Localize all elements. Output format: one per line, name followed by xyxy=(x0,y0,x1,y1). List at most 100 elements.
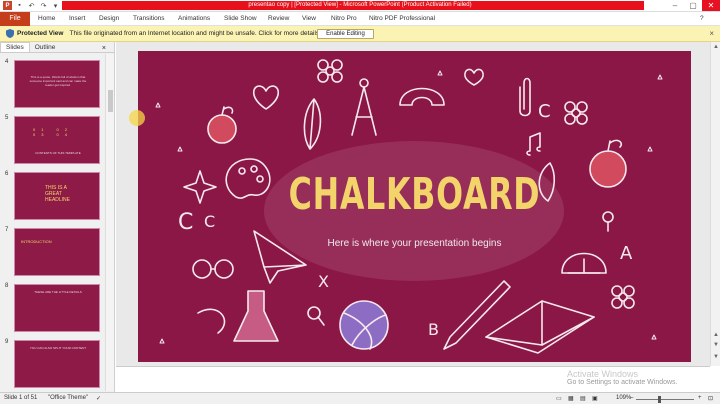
language-icon[interactable]: ✓ xyxy=(96,395,101,402)
scrollbar-thumb[interactable] xyxy=(108,90,113,112)
thumbnail-image: 01 02 03 04 CONTENTS OF THIS TEMPLATE xyxy=(14,116,100,164)
minimize-button[interactable]: – xyxy=(666,0,684,11)
thumbnail-image: THIS IS A GREAT HEADLINE xyxy=(14,172,100,220)
editor-scrollbar[interactable]: ▲ ▲ ▼ ▼ xyxy=(710,42,720,366)
scroll-up-icon[interactable]: ▲ xyxy=(713,44,719,50)
thumbnail-image: This is a quote. Words full of wisdom th… xyxy=(14,60,100,108)
zoom-in-icon[interactable]: + xyxy=(698,395,702,401)
main-slide[interactable]: C C C A X B CHALKBOARD Here is where you… xyxy=(138,51,691,362)
close-icon[interactable]: × xyxy=(709,29,714,38)
flower-icon xyxy=(611,285,635,309)
shield-icon xyxy=(6,29,14,38)
tab-slide-show[interactable]: Slide Show xyxy=(224,15,257,22)
save-icon[interactable]: ▪ xyxy=(15,1,24,10)
protected-view-bar: Protected View This file originated from… xyxy=(0,26,720,42)
slide-thumbnail-5[interactable]: 5 01 02 03 04 CONTENTS OF THIS TEMPLATE xyxy=(0,115,105,165)
title-bar: presentao copy | [Protected View] - Micr… xyxy=(0,0,720,12)
thumbnail-text: THESE ARE THE LITTLE DETAILS xyxy=(34,290,82,294)
activate-windows-watermark: Activate Windows Go to Settings to activ… xyxy=(567,369,712,386)
tab-home[interactable]: Home xyxy=(38,15,55,22)
pane-tabs: Slides Outline × xyxy=(0,42,114,53)
mouse-cursor-highlight xyxy=(129,110,145,126)
tab-nitro-pdf-professional[interactable]: Nitro PDF Professional xyxy=(369,15,435,22)
slide-show-icon[interactable]: ▣ xyxy=(592,395,598,402)
slide-counter: Slide 1 of 51 xyxy=(4,395,38,401)
slide-thumbnail-7[interactable]: 7 INTRODUCTION xyxy=(0,227,105,277)
redo-icon[interactable]: ↷ xyxy=(39,1,48,10)
ribbon-tabs: File Home Insert Design Transitions Anim… xyxy=(0,11,720,26)
flower-icon xyxy=(317,59,343,83)
slide-thumbnail-9[interactable]: 9 YOU CAN ALSO SPLIT YOUR CONTENT xyxy=(0,339,105,389)
slide-thumbnail-4[interactable]: 4 This is a quote. Words full of wisdom … xyxy=(0,59,105,109)
tab-view[interactable]: View xyxy=(302,15,316,22)
slide-title[interactable]: CHALKBOARD xyxy=(215,169,613,220)
glasses-icon xyxy=(192,259,234,279)
apple-icon xyxy=(207,106,237,144)
slide-editor: C C C A X B CHALKBOARD Here is where you… xyxy=(116,42,710,366)
slide-subtitle[interactable]: Here is where your presentation begins xyxy=(138,238,691,249)
letter-c-icon: C xyxy=(204,212,215,231)
slide-thumbnail-6[interactable]: 6 THIS IS A GREAT HEADLINE xyxy=(0,171,105,221)
tab-insert[interactable]: Insert xyxy=(69,15,85,22)
leaf-icon xyxy=(303,98,322,150)
letter-b-icon: B xyxy=(428,320,439,339)
tab-review[interactable]: Review xyxy=(268,15,289,22)
powerpoint-icon[interactable]: P xyxy=(3,1,12,10)
window-controls: – ▢ ✕ xyxy=(666,0,720,11)
pane-close-icon[interactable]: × xyxy=(102,45,106,52)
undo-icon[interactable]: ↶ xyxy=(27,1,36,10)
sparkle-icon xyxy=(183,170,217,204)
slide-number: 7 xyxy=(5,227,9,233)
status-bar: Slide 1 of 51 "Office Theme" ✓ ▭ ▦ ▤ ▣ 1… xyxy=(0,392,720,404)
activate-message: Go to Settings to activate Windows. xyxy=(567,379,678,386)
maximize-button[interactable]: ▢ xyxy=(684,0,702,11)
quick-access-toolbar: P ▪ ↶ ↷ ▾ xyxy=(3,1,60,10)
slide-thumbnail-8[interactable]: 8 THESE ARE THE LITTLE DETAILS xyxy=(0,283,105,333)
help-icon[interactable]: ? xyxy=(700,15,704,22)
enable-editing-button[interactable]: Enable Editing xyxy=(317,29,374,39)
reading-view-icon[interactable]: ▤ xyxy=(580,395,586,402)
tab-file[interactable]: File xyxy=(0,11,30,26)
zoom-slider-handle[interactable] xyxy=(658,396,661,403)
letter-c-icon: C xyxy=(178,210,193,235)
next-slide-icon[interactable]: ▼ xyxy=(713,342,719,348)
thumbnail-text: YOU CAN ALSO SPLIT YOUR CONTENT xyxy=(29,346,87,350)
tab-nitro-pro[interactable]: Nitro Pro xyxy=(331,15,357,22)
letter-x-icon: X xyxy=(318,272,329,291)
tab-design[interactable]: Design xyxy=(99,15,119,22)
music-note-icon xyxy=(526,132,541,156)
zoom-slider[interactable] xyxy=(636,399,694,400)
activate-title: Activate Windows xyxy=(567,369,639,379)
zoom-out-icon[interactable]: – xyxy=(630,395,633,401)
tab-transitions[interactable]: Transitions xyxy=(133,15,165,22)
compass-icon xyxy=(351,78,377,136)
tab-slides[interactable]: Slides xyxy=(0,42,30,52)
slide-number: 6 xyxy=(5,171,9,177)
fit-to-window-icon[interactable]: ⊡ xyxy=(708,395,713,402)
normal-view-icon[interactable]: ▭ xyxy=(556,395,562,402)
paperclip-icon xyxy=(519,77,531,117)
slide-sorter-icon[interactable]: ▦ xyxy=(568,395,574,402)
slides-panel: Slides Outline × 4 This is a quote. Word… xyxy=(0,42,115,392)
slide-number: 4 xyxy=(5,59,9,65)
thumbnail-scrollbar[interactable] xyxy=(105,54,114,391)
heart-icon xyxy=(252,85,280,110)
scribble-icon xyxy=(197,308,226,334)
tab-animations[interactable]: Animations xyxy=(178,15,210,22)
scroll-down-icon[interactable]: ▼ xyxy=(713,354,719,360)
thumbnail-text: CONTENTS OF THIS TEMPLATE xyxy=(35,151,81,155)
close-button[interactable]: ✕ xyxy=(702,0,720,11)
previous-slide-icon[interactable]: ▲ xyxy=(713,332,719,338)
letter-c-icon: C xyxy=(538,101,551,122)
protected-view-label: Protected View xyxy=(17,30,64,37)
thumbnail-title: INTRODUCTION xyxy=(21,239,52,244)
slide-number: 8 xyxy=(5,283,9,289)
customize-toolbar-icon[interactable]: ▾ xyxy=(51,1,60,10)
tab-outline[interactable]: Outline xyxy=(30,43,61,52)
magnet-icon xyxy=(399,87,445,106)
thumbnail-image: YOU CAN ALSO SPLIT YOUR CONTENT xyxy=(14,340,100,388)
flower-icon xyxy=(564,101,588,125)
protected-view-message[interactable]: This file originated from an Internet lo… xyxy=(69,30,320,37)
magnifier-icon xyxy=(307,306,325,326)
window-title: presentao copy | [Protected View] - Micr… xyxy=(248,2,472,8)
